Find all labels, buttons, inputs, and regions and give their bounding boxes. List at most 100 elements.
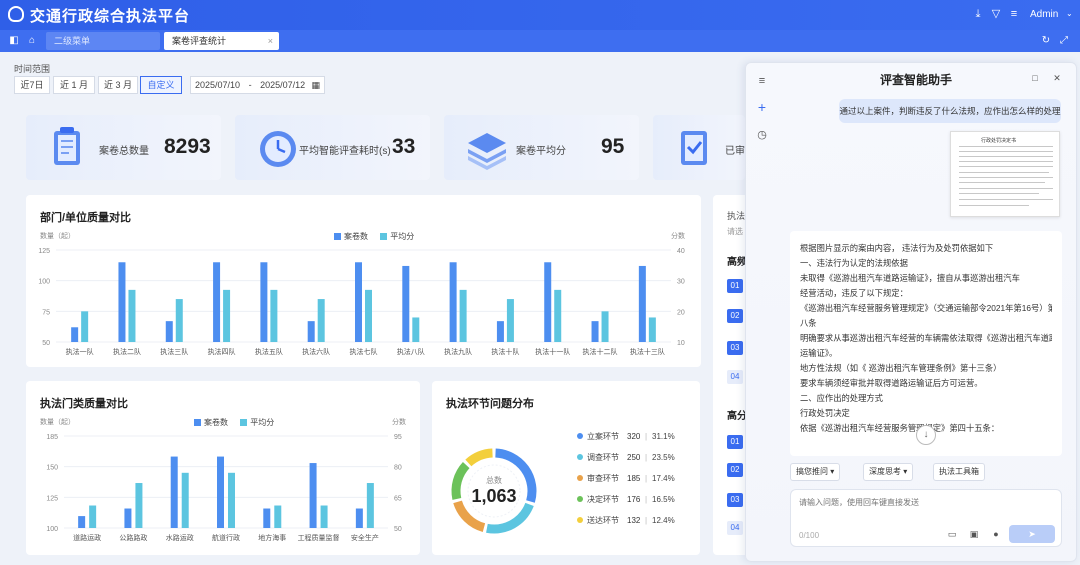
checklist-icon (681, 131, 707, 165)
date-range-picker[interactable]: 2025/07/10 - 2025/07/12 ▦ (190, 76, 325, 94)
tab-case-review-stats[interactable]: 案卷评查统计 × (164, 32, 279, 50)
answer-line: 要求车辆须经审批并取得道路运输证后方可运营。 (800, 378, 983, 388)
shield-logo-icon (8, 6, 24, 22)
new-chat-icon[interactable]: + (756, 100, 768, 114)
assistant-panel: ≡ + ◷ 评查智能助手 □ ✕ 通过以上案件，判断违反了什么法规，应作出怎么样… (745, 62, 1077, 562)
download-icon[interactable]: ⤓ (972, 8, 984, 20)
refresh-icon[interactable]: ↻ (1040, 35, 1052, 47)
filter-1m-button[interactable]: 近 1 月 (53, 76, 95, 94)
bar-case-count (170, 456, 178, 528)
tab-secondary-menu[interactable]: 二级菜单 (46, 32, 160, 50)
stage-donut-chart: 总数1,063 立案环节 320 | 31.1% 调查环节 250 | 23.5% 审查环节 185… (451, 431, 675, 534)
microphone-icon[interactable]: ● (991, 529, 1001, 539)
bar-case-count (544, 262, 552, 342)
filter-7d-button[interactable]: 近7日 (14, 76, 50, 94)
send-button[interactable]: ➤ (1009, 525, 1055, 543)
legend-value: 185 (627, 474, 641, 483)
x-tick-label: 道路运政 (73, 533, 101, 542)
y-tick-label: 75 (42, 309, 50, 316)
y-tick-label: 125 (38, 248, 50, 255)
stat-label: 已审 (725, 146, 745, 157)
x-tick-label: 安全生产 (351, 533, 379, 542)
filter-3m-button[interactable]: 近 3 月 (98, 76, 138, 94)
deep-think-button[interactable]: 深度思考 ▾ (863, 463, 914, 481)
legend-separator: | (645, 516, 647, 525)
legend-percent: 16.5% (652, 495, 675, 504)
shirt-icon[interactable]: ▽ (990, 8, 1002, 20)
stage-distribution-panel: 执法环节问题分布 总数 1,063 立案环节 320 | 31.1% 调查环节 250 | 23.… (432, 381, 700, 555)
bar-avg-score (648, 317, 656, 342)
bar-avg-score (365, 289, 372, 342)
y-tick-label: 100 (46, 526, 58, 533)
x-tick-label: 执法九队 (444, 347, 472, 356)
close-icon[interactable]: × (268, 32, 273, 50)
legend-value: 320 (627, 432, 641, 441)
bar-avg-score (506, 299, 514, 342)
user-message: 通过以上案件，判断违反了什么法规，应作出怎么样的处理 (839, 99, 1061, 123)
filter-custom-button[interactable]: 自定义 (140, 76, 182, 94)
app-title: 交通行政综合执法平台 (30, 8, 191, 25)
y-tick-label: 125 (46, 495, 58, 502)
list-icon[interactable]: ≡ (756, 75, 768, 87)
user-name[interactable]: Admin (1030, 9, 1058, 20)
legend-percent: 23.5% (652, 453, 675, 462)
bar-avg-score (128, 289, 136, 342)
assistant-answer: 根据图片显示的案由内容， 违法行为及处罚依据如下 一、违法行为认定的法规依据 未… (790, 231, 1062, 456)
answer-line: 未取得《巡游出租汽车道路运输证》，擅自从事巡游出租汽车 (800, 273, 1020, 283)
bar-case-count (309, 463, 317, 528)
x-tick-label: 执法一队 (66, 347, 94, 356)
stat-card-avg-time: 平均智能评查耗时(s) 33 (235, 115, 430, 180)
chat-input-box[interactable]: 0/100 ▭ ▣ ● ➤ (790, 489, 1062, 547)
prompt-suggest-button[interactable]: 搞您推问 ▾ (790, 463, 841, 481)
rank-badge: 04 (727, 521, 743, 535)
scroll-down-button[interactable]: ↓ (916, 425, 936, 445)
time-range-label: 时间范围 (14, 64, 51, 74)
answer-line: 二、应作出的处理方式 (800, 393, 883, 403)
image-icon[interactable]: ▣ (969, 529, 979, 539)
dept-bar-chart: 125 40 100 30 75 20 50 10 执法一队 执法二队 执法三队 执法四队 执法五队 执法… (38, 248, 685, 356)
bar-avg-score (366, 483, 374, 528)
menu-icon[interactable]: ≡ (1008, 8, 1020, 20)
legend-name: 调查环节 (587, 452, 619, 462)
x-tick-label: 公路路政 (119, 533, 147, 542)
panel-label: 执法 (727, 211, 746, 221)
attached-document-image[interactable]: 行政处罚决定书 (950, 131, 1060, 217)
donut-total-value: 1,063 (471, 486, 516, 506)
bar-avg-score (459, 289, 467, 342)
chat-input[interactable] (799, 498, 1049, 507)
x-tick-label: 工程质量监督 (298, 533, 340, 542)
bar-avg-score (274, 505, 282, 528)
legend-value: 176 (627, 495, 641, 504)
toolbox-button[interactable]: 执法工具箱 (933, 463, 985, 481)
bar-case-count (124, 508, 132, 528)
bar-case-count (263, 508, 271, 528)
answer-line: 明确要求从事巡游出租汽车经营的车辆需依法取得《巡游出租汽车道路 (800, 333, 1052, 343)
maximize-icon[interactable]: □ (1030, 73, 1040, 83)
y2-tick-label: 65 (394, 495, 402, 502)
collapse-icon[interactable]: ◧ (8, 35, 20, 47)
tab-label: 案卷评查统计 (172, 36, 227, 46)
answer-line: 经营活动，违反了以下规定： (800, 288, 908, 298)
bar-case-count (496, 321, 504, 342)
category-bar-chart: 185 95 150 80 125 65 100 50 道路运政 公路路政 水路运政 航道行政 地方海事… (46, 434, 402, 542)
close-icon[interactable]: ✕ (1052, 73, 1062, 83)
bar-case-count (213, 262, 221, 342)
home-icon[interactable]: ⌂ (26, 35, 38, 47)
bar-case-count (638, 265, 646, 342)
x-tick-label: 执法六队 (302, 347, 330, 356)
assistant-sidebar: ≡ + ◷ (746, 63, 778, 561)
bar-avg-score (135, 483, 143, 528)
y-tick-label: 185 (46, 434, 58, 441)
chevron-down-icon[interactable]: ⌄ (1066, 9, 1073, 18)
folder-icon[interactable]: ▭ (947, 529, 957, 539)
y-tick-label: 100 (38, 279, 50, 286)
y2-tick-label: 50 (394, 526, 402, 533)
stat-label: 案卷总数量 (99, 146, 149, 157)
donut-slice (465, 448, 493, 467)
x-tick-label: 航道行政 (212, 533, 240, 542)
x-tick-label: 地方海事 (258, 533, 286, 542)
history-icon[interactable]: ◷ (756, 129, 768, 141)
y2-tick-label: 95 (394, 434, 402, 441)
fullscreen-icon[interactable]: ⤢ (1058, 35, 1070, 47)
select-placeholder[interactable]: 请选 (727, 226, 743, 237)
